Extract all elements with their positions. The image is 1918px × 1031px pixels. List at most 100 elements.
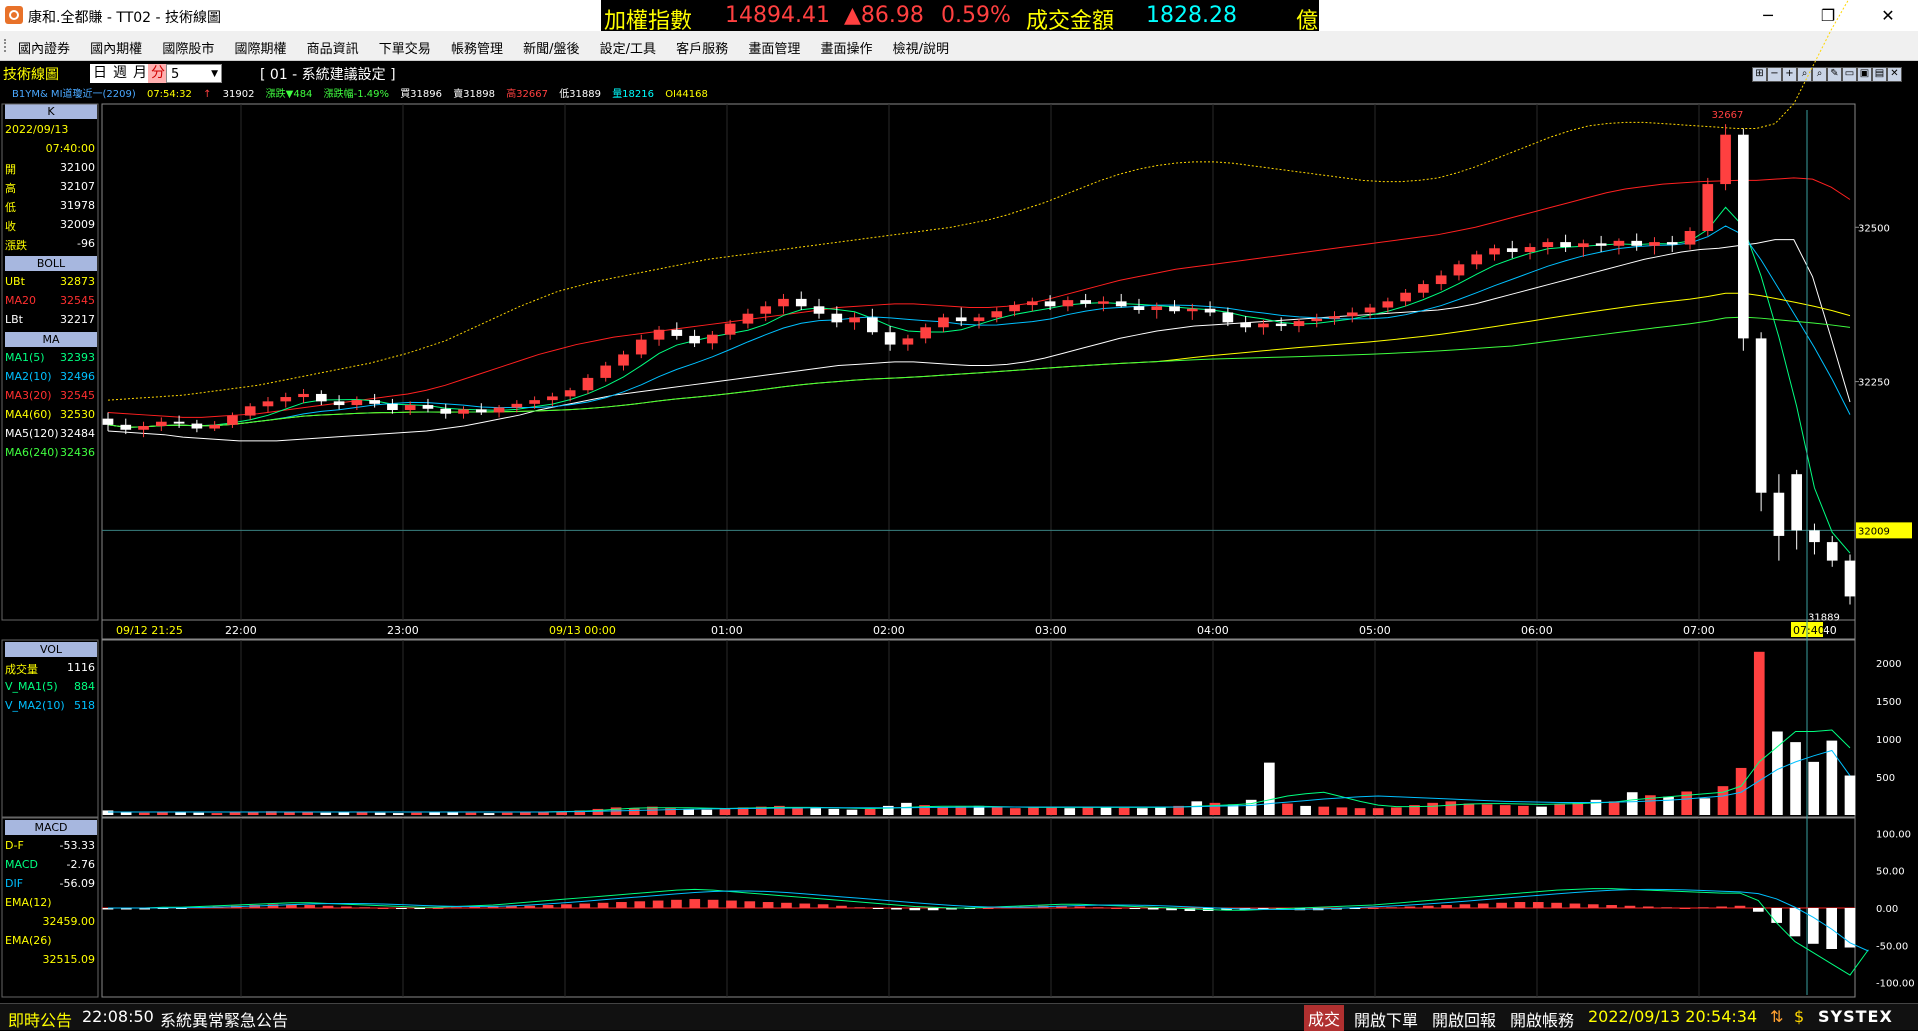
vol-bar xyxy=(175,812,186,815)
candle-body xyxy=(653,329,665,340)
candle-body xyxy=(1631,240,1643,246)
candle-body xyxy=(795,298,807,307)
candle-body xyxy=(1738,134,1749,339)
macd-bar xyxy=(854,907,866,909)
vol-bar xyxy=(447,812,459,815)
candle-body xyxy=(1275,323,1287,327)
candle-body xyxy=(689,335,700,344)
macd-tick-label: 0.00 xyxy=(1876,904,1898,915)
candle-body xyxy=(671,329,683,336)
macd-bar xyxy=(909,908,921,911)
vol-bar xyxy=(102,810,114,815)
vol-bar xyxy=(1735,767,1747,815)
candle-body xyxy=(1044,301,1056,307)
chart-canvas[interactable]: 09/12 21:25 22:00 23:00 09/13 00:00 01:00 02:… xyxy=(0,0,1918,1000)
candle-body xyxy=(422,405,434,409)
vol-bar xyxy=(828,808,840,815)
time-tick-label: 06:00 xyxy=(1521,624,1553,637)
macd-dif-line xyxy=(108,888,1869,976)
bulletin-label[interactable]: 即時公告 xyxy=(8,1007,72,1031)
series-line-ubt xyxy=(107,0,1849,401)
candle-body xyxy=(1613,240,1625,246)
open-report-button[interactable]: 開啟回報 xyxy=(1432,1007,1496,1031)
macd-bar xyxy=(1624,905,1636,908)
candle-body xyxy=(387,403,398,410)
macd-bar xyxy=(542,905,554,908)
macd-bar xyxy=(1441,905,1452,908)
candle-body xyxy=(493,407,505,413)
candle-body xyxy=(404,405,416,410)
candle-body xyxy=(1080,300,1091,304)
macd-bar xyxy=(1477,903,1489,908)
macd-bar xyxy=(414,908,426,909)
macd-bar xyxy=(1661,907,1672,909)
vol-bar xyxy=(320,812,332,815)
macd-bar xyxy=(1092,907,1104,909)
bulletin-text[interactable]: 系統異常緊急公告 xyxy=(160,1007,288,1031)
ma-line-5 xyxy=(107,206,1851,554)
macd-bar xyxy=(377,908,389,909)
macd-bar xyxy=(1642,906,1654,908)
candle-body xyxy=(724,323,736,335)
vol-bar xyxy=(1191,801,1203,815)
macd-signal-line xyxy=(108,888,1869,952)
candle-body xyxy=(369,400,380,404)
candle-body xyxy=(1773,492,1785,536)
candle-body xyxy=(991,311,1003,318)
candle-body xyxy=(1471,254,1483,265)
vol-bar xyxy=(1009,808,1021,815)
candle-body xyxy=(1098,301,1109,304)
vol-bar xyxy=(810,808,822,815)
macd-bar xyxy=(762,902,774,908)
macd-bar xyxy=(1111,908,1122,909)
macd-bar xyxy=(451,907,462,909)
deal-button[interactable]: 成交 xyxy=(1304,1005,1345,1031)
candle-body xyxy=(1684,230,1696,245)
candle-body xyxy=(298,393,309,398)
macd-bar xyxy=(524,905,536,908)
candle-body xyxy=(1364,307,1376,313)
candle-body xyxy=(1755,338,1767,493)
vol-bar xyxy=(937,807,949,815)
vol-bar xyxy=(1336,807,1348,815)
vol-bar xyxy=(1028,807,1039,815)
macd-bar xyxy=(1679,908,1691,909)
vol-bar xyxy=(846,809,858,815)
candle-body xyxy=(1009,305,1020,312)
open-order-button[interactable]: 開啟下單 xyxy=(1354,1007,1418,1031)
vol-bar xyxy=(1808,761,1820,815)
candle-body xyxy=(1258,323,1269,328)
candle-body xyxy=(831,313,843,323)
vol-bar xyxy=(1753,651,1765,815)
high-price-label: 32667 xyxy=(1712,110,1744,121)
candle-body xyxy=(262,401,274,407)
vol-bar xyxy=(1790,742,1801,815)
vol-bar xyxy=(1699,798,1711,815)
vol-tick-label: 1000 xyxy=(1876,735,1901,746)
macd-bar xyxy=(579,903,591,908)
candle-body xyxy=(1595,243,1607,246)
candle-body xyxy=(1062,300,1074,307)
candle-body xyxy=(155,421,167,427)
candle-body xyxy=(1435,275,1447,285)
candle-body xyxy=(333,401,345,406)
vol-bar xyxy=(1481,804,1493,815)
candle-body xyxy=(635,339,647,355)
macd-bar xyxy=(707,899,719,908)
candle-body xyxy=(884,332,896,345)
candle-body xyxy=(920,327,932,339)
macd-bar xyxy=(396,908,407,909)
vol-bar xyxy=(1608,801,1620,815)
macd-bar xyxy=(1789,908,1801,937)
vol-bar xyxy=(393,813,404,815)
macd-bar xyxy=(817,904,829,908)
open-account-button[interactable]: 開啟帳務 xyxy=(1510,1007,1574,1031)
candle-body xyxy=(244,406,256,416)
candle-body xyxy=(1293,321,1305,327)
y-tick-label: 32500 xyxy=(1858,223,1890,234)
vol-tick-label: 500 xyxy=(1876,773,1895,784)
time-tick-label: 23:00 xyxy=(387,624,419,637)
candle-body xyxy=(440,408,452,414)
vol-bar xyxy=(1372,808,1384,815)
status-datetime: 2022/09/13 20:54:34 xyxy=(1588,1007,1758,1026)
